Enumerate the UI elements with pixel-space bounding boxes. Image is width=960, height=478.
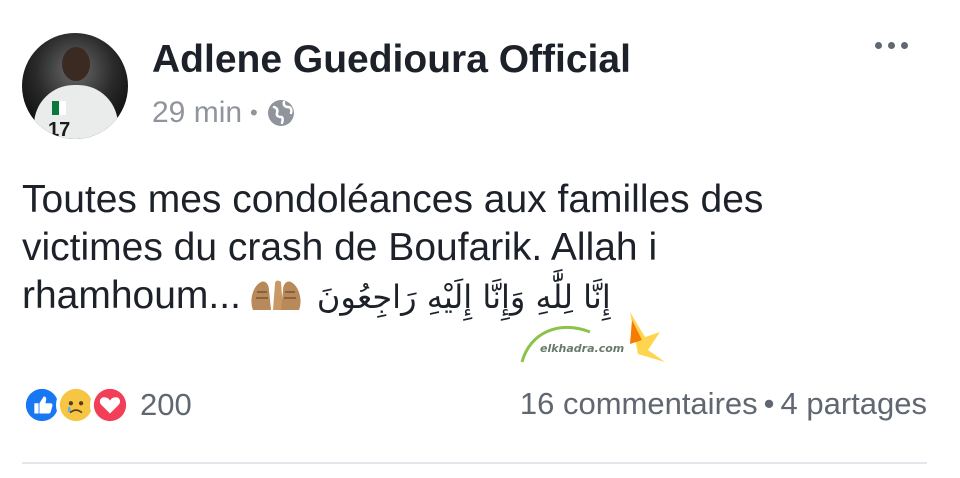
more-dot-icon xyxy=(901,42,908,49)
post-text: Toutes mes condoléances aux familles des… xyxy=(22,176,922,321)
more-options-button[interactable] xyxy=(875,42,908,49)
reaction-count[interactable]: 200 xyxy=(140,387,192,423)
shares-count[interactable]: 4 partages xyxy=(781,386,928,421)
author-name[interactable]: Adlene Guedioura Official xyxy=(152,38,631,82)
stats-separator: • xyxy=(763,386,775,421)
globe-icon[interactable] xyxy=(266,98,296,128)
avatar[interactable]: 17 xyxy=(22,33,128,139)
more-dot-icon xyxy=(888,42,895,49)
post-line-2: victimes du crash de Boufarik. Allah i xyxy=(22,226,658,269)
flag-icon xyxy=(52,101,66,115)
avatar-head xyxy=(62,47,90,81)
post-line-3: rhamhoum... إِنَّا لِلَّٰهِ وَإِنَّا إِل… xyxy=(22,272,922,321)
reactions-summary[interactable]: 200 xyxy=(22,385,192,425)
post-line-1: Toutes mes condoléances aux familles des xyxy=(22,178,764,221)
meta-separator: • xyxy=(250,100,258,125)
avatar-jersey-number: 17 xyxy=(48,119,71,139)
divider xyxy=(22,462,927,464)
love-reaction-icon xyxy=(90,385,130,425)
post-meta: 29 min • xyxy=(152,96,296,130)
more-dot-icon xyxy=(875,42,882,49)
watermark-text: elkhadra.com xyxy=(540,342,625,355)
folded-hands-icon xyxy=(247,276,305,310)
engagement-stats: 16 commentaires • 4 partages xyxy=(520,386,927,422)
post-time[interactable]: 29 min xyxy=(152,96,242,130)
comments-count[interactable]: 16 commentaires xyxy=(520,386,758,421)
watermark-logo: elkhadra.com xyxy=(520,302,680,392)
post-line-3-text: rhamhoum... xyxy=(22,274,241,317)
